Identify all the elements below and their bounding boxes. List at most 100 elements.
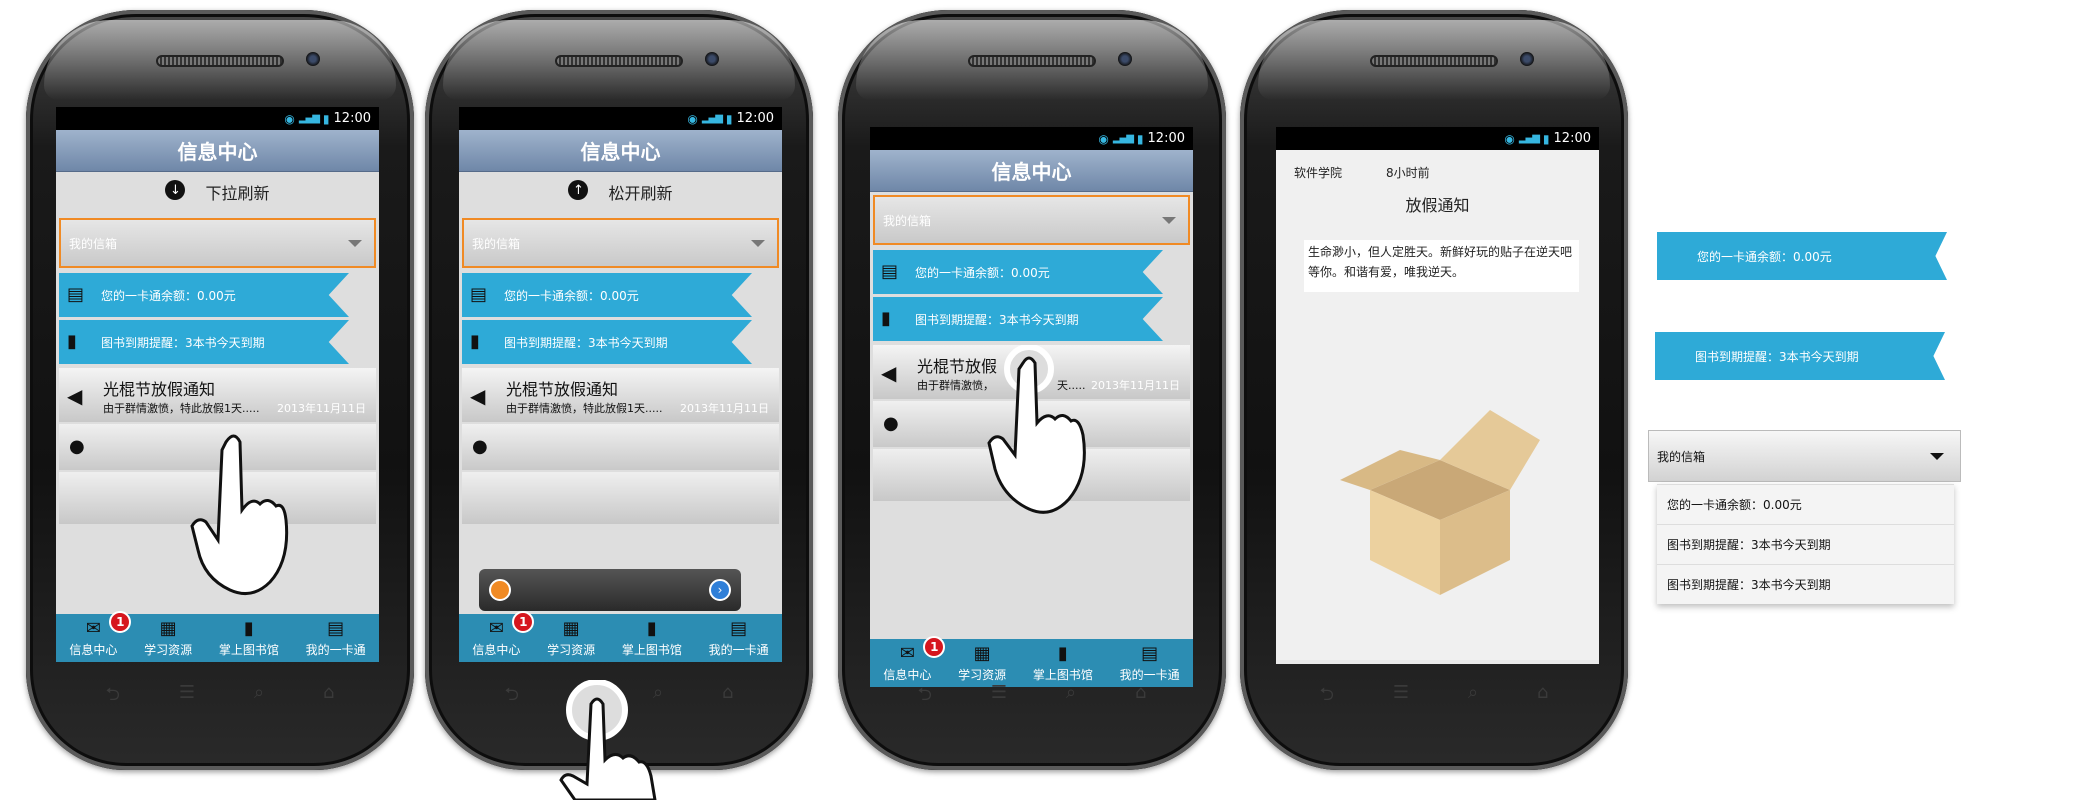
tab-label: 学习资源 bbox=[547, 643, 596, 657]
tab-card[interactable]: ▤ 我的一卡通 bbox=[709, 619, 769, 658]
soft-keys: ⮌ ☰ ⌕ ⌂ bbox=[1290, 682, 1578, 712]
search-icon[interactable]: ⌕ bbox=[1066, 682, 1076, 712]
hand-tap-icon bbox=[559, 680, 657, 800]
dropdown-option[interactable]: 图书到期提醒：3本书今天到期 bbox=[1657, 564, 1954, 604]
asset-dropdown[interactable]: 我的信箱 bbox=[1648, 430, 1961, 482]
status-bar: ◉ ▂▄▆ ▮ 12:00 bbox=[870, 127, 1193, 150]
detail-title: 放假通知 bbox=[1405, 196, 1470, 215]
detail-time: 8小时前 bbox=[1386, 166, 1430, 180]
detail-body: 生命渺小，但人定胜天。新鲜好玩的贴子在逆天吧等你。和谐有爱，唯我逆天。 bbox=[1304, 240, 1579, 292]
calendar-icon: ▦ bbox=[973, 643, 991, 664]
notice-date: 2013年11月11日 bbox=[680, 402, 769, 415]
hand-press-icon bbox=[987, 345, 1086, 514]
dropdown-label: 我的信箱 bbox=[472, 236, 521, 251]
release-refresh-label: 松开刷新 bbox=[608, 184, 673, 203]
tab-info-center[interactable]: ✉ 1 信息中心 bbox=[69, 611, 132, 658]
tab-label: 信息中心 bbox=[472, 643, 521, 657]
globe-icon: ● bbox=[883, 413, 899, 434]
mailbox-dropdown[interactable]: 我的信箱 bbox=[873, 195, 1190, 245]
speaker-grille bbox=[968, 55, 1096, 67]
search-icon[interactable]: ⌕ bbox=[254, 682, 264, 712]
back-icon[interactable]: ⮌ bbox=[105, 682, 119, 712]
notice-item[interactable]: ◀ 光棍节放假通知 由于群情激愤，特此放假1天..... 2013年11月11日 bbox=[462, 368, 779, 422]
wifi-icon: ◉ bbox=[1098, 131, 1109, 146]
speaker-grille bbox=[156, 55, 284, 67]
phone-frame-2: ◉ ▂▄▆ ▮ 12:00 信息中心 ↑ 松开刷新 我的信箱 ▤ 您的一卡通余额：0.00… bbox=[425, 10, 813, 770]
card-icon: ▤ bbox=[67, 284, 85, 305]
mailbox-dropdown[interactable]: 我的信箱 bbox=[462, 218, 779, 268]
home-icon[interactable]: ⌂ bbox=[1135, 682, 1146, 712]
page-title: 信息中心 bbox=[459, 130, 782, 172]
back-icon[interactable]: ⮌ bbox=[917, 682, 931, 712]
tab-learning[interactable]: ▦ 学习资源 bbox=[958, 644, 1006, 683]
card-icon: ▤ bbox=[1141, 643, 1159, 664]
tab-bar: ✉ 1 信息中心 ▦ 学习资源 ▮ 掌上图书馆 ▤ 我的一卡通 bbox=[870, 636, 1193, 687]
tab-label: 学习资源 bbox=[144, 643, 193, 657]
signal-icon: ▂▄▆ bbox=[1518, 133, 1540, 144]
tab-info-center[interactable]: ✉ 1 信息中心 bbox=[883, 636, 946, 683]
search-icon[interactable]: ⌕ bbox=[1468, 682, 1478, 712]
unread-badge: 1 bbox=[923, 636, 946, 658]
contact-icon[interactable] bbox=[489, 579, 511, 601]
menu-icon[interactable]: ☰ bbox=[991, 682, 1007, 712]
page-title: 信息中心 bbox=[56, 130, 379, 172]
asset-balance-ribbon: 您的一卡通余额：0.00元 bbox=[1657, 232, 1947, 280]
book-icon: ▮ bbox=[881, 308, 891, 329]
mail-icon: ✉ bbox=[85, 618, 101, 639]
notice-item[interactable]: ◀ 光棍节放假通知 由于群情激愤，特此放假1天..... 2013年11月11日 bbox=[59, 368, 376, 422]
home-icon[interactable]: ⌂ bbox=[323, 682, 334, 712]
tab-library[interactable]: ▮ 掌上图书馆 bbox=[219, 619, 279, 658]
menu-icon[interactable]: ☰ bbox=[1393, 682, 1409, 712]
camera bbox=[1118, 52, 1132, 66]
dropdown-option[interactable]: 您的一卡通余额：0.00元 bbox=[1657, 484, 1954, 524]
calendar-icon: ▦ bbox=[159, 618, 177, 639]
card-balance-ribbon[interactable]: ▤ 您的一卡通余额：0.00元 bbox=[462, 273, 752, 317]
back-icon[interactable]: ⮌ bbox=[1319, 682, 1333, 712]
book-reminder-ribbon[interactable]: ▮ 图书到期提醒：3本书今天到期 bbox=[462, 320, 752, 364]
tab-label: 我的一卡通 bbox=[708, 643, 769, 657]
calendar-icon: ▦ bbox=[562, 618, 580, 639]
megaphone-icon: ◀ bbox=[470, 384, 486, 408]
book-reminder-ribbon[interactable]: ▮ 图书到期提醒：3本书今天到期 bbox=[59, 320, 349, 364]
ribbon-text: 图书到期提醒：3本书今天到期 bbox=[1695, 349, 1859, 364]
tab-learning[interactable]: ▦ 学习资源 bbox=[547, 619, 595, 658]
arrow-right-icon[interactable]: › bbox=[709, 579, 731, 601]
notice-date: 2013年11月11日 bbox=[1091, 379, 1180, 392]
card-balance-ribbon[interactable]: ▤ 您的一卡通余额：0.00元 bbox=[59, 273, 349, 317]
notice-summary: 由于群情激愤， bbox=[917, 379, 994, 392]
tab-library[interactable]: ▮ 掌上图书馆 bbox=[622, 619, 682, 658]
battery-icon: ▮ bbox=[322, 111, 330, 126]
phone-screen-4: ◉ ▂▄▆ ▮ 12:00 软件学院 8小时前 放假通知 生命渺小，但人定胜天。新鲜好… bbox=[1276, 127, 1599, 664]
notice-summary: 由于群情激愤，特此放假1天..... bbox=[506, 402, 663, 415]
battery-icon: ▮ bbox=[1542, 131, 1550, 146]
camera bbox=[306, 52, 320, 66]
menu-icon[interactable]: ☰ bbox=[179, 682, 195, 712]
home-icon[interactable]: ⌂ bbox=[1537, 682, 1548, 712]
book-icon: ▮ bbox=[243, 618, 254, 639]
mailbox-dropdown[interactable]: 我的信箱 bbox=[59, 218, 376, 268]
pull-refresh-hint: ↓ 下拉刷新 bbox=[56, 172, 379, 218]
tab-label: 我的一卡通 bbox=[1119, 668, 1180, 682]
dropdown-option[interactable]: 图书到期提醒：3本书今天到期 bbox=[1657, 524, 1954, 564]
camera bbox=[705, 52, 719, 66]
tab-learning[interactable]: ▦ 学习资源 bbox=[144, 619, 192, 658]
book-reminder-ribbon[interactable]: ▮ 图书到期提醒：3本书今天到期 bbox=[873, 297, 1163, 341]
notice-detail: 软件学院 8小时前 放假通知 生命渺小，但人定胜天。新鲜好玩的贴子在逆天吧等你。… bbox=[1276, 150, 1599, 660]
back-icon[interactable]: ⮌ bbox=[504, 682, 518, 712]
arrow-down-icon: ↓ bbox=[165, 180, 186, 200]
tab-bar: ✉ 1 信息中心 ▦ 学习资源 ▮ 掌上图书馆 ▤ 我的一卡通 bbox=[459, 611, 782, 662]
tab-card[interactable]: ▤ 我的一卡通 bbox=[306, 619, 366, 658]
camera bbox=[1520, 52, 1534, 66]
card-balance-ribbon[interactable]: ▤ 您的一卡通余额：0.00元 bbox=[873, 250, 1163, 294]
book-icon: ▮ bbox=[470, 331, 480, 352]
arrow-up-icon: ↑ bbox=[568, 180, 589, 200]
popup-toolbar: › bbox=[479, 569, 741, 611]
card-icon: ▤ bbox=[470, 284, 488, 305]
tab-library[interactable]: ▮ 掌上图书馆 bbox=[1033, 644, 1093, 683]
phone-screen-2: ◉ ▂▄▆ ▮ 12:00 信息中心 ↑ 松开刷新 我的信箱 ▤ 您的一卡通余额：0.00… bbox=[459, 107, 782, 662]
tab-info-center[interactable]: ✉ 1 信息中心 bbox=[472, 611, 535, 658]
globe-item[interactable]: ● bbox=[462, 424, 779, 470]
home-icon[interactable]: ⌂ bbox=[722, 682, 733, 712]
status-time: 12:00 bbox=[333, 111, 371, 126]
tab-card[interactable]: ▤ 我的一卡通 bbox=[1120, 644, 1180, 683]
